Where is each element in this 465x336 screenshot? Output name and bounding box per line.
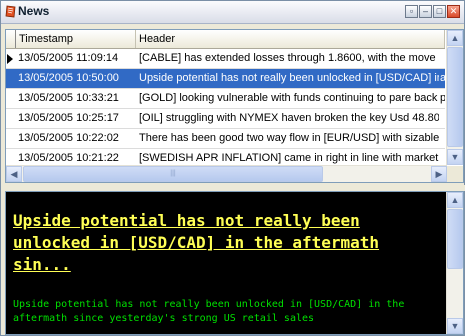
minimize-icon[interactable]: – — [419, 5, 432, 18]
grid-vertical-scrollbar[interactable]: ▲ ▼ — [446, 30, 463, 165]
news-app-icon — [5, 5, 16, 18]
grid-horizontal-scroll-thumb[interactable]: ||| — [23, 166, 323, 182]
scroll-up-icon[interactable]: ▲ — [447, 30, 463, 46]
cell-timestamp: 13/05/2005 11:09:14 — [18, 52, 119, 64]
scroll-grip-icon: ||| — [170, 170, 176, 177]
detail-body: Upside potential has not really been unl… — [13, 299, 405, 324]
news-detail-pane: Upside potential has not really been unl… — [5, 191, 464, 335]
detail-vertical-scroll-thumb[interactable] — [447, 209, 463, 269]
column-header-timestamp[interactable]: Timestamp — [15, 30, 136, 48]
cell-timestamp: 13/05/2005 10:25:17 — [18, 112, 119, 124]
title-bar[interactable]: News ▫ – □ ✕ — [1, 1, 464, 24]
cell-header: There has been good two way flow in [EUR… — [139, 132, 439, 144]
close-icon[interactable]: ✕ — [447, 5, 460, 18]
cell-header-overflow: pos — [440, 89, 445, 108]
news-window: News ▫ – □ ✕ Timestamp Header 13/05/2005… — [0, 0, 465, 336]
table-row[interactable]: 13/05/2005 10:33:21 [GOLD] looking vulner… — [6, 89, 445, 109]
current-row-indicator-icon — [7, 54, 13, 64]
table-row[interactable]: 13/05/2005 11:09:14 [CABLE] has extended … — [6, 49, 445, 69]
column-header-header[interactable]: Header — [136, 30, 445, 48]
grid-header: Timestamp Header — [6, 30, 445, 49]
detail-headline: Upside potential has not really been unl… — [13, 211, 380, 274]
detail-scroll-up-icon[interactable]: ▲ — [447, 192, 463, 208]
detail-vertical-scrollbar[interactable]: ▲ ▼ — [446, 192, 463, 334]
cell-header: Upside potential has not really been unl… — [139, 72, 439, 84]
scroll-right-icon[interactable]: ▶ — [431, 166, 447, 182]
cell-timestamp: 13/05/2005 10:33:21 — [18, 92, 119, 104]
grid-horizontal-scrollbar[interactable]: ◀ ||| ▶ — [6, 165, 447, 182]
maximize-icon[interactable]: □ — [433, 5, 446, 18]
scroll-down-icon[interactable]: ▼ — [447, 149, 463, 165]
table-row[interactable]: 13/05/2005 10:25:17 [OIL] struggling with… — [6, 109, 445, 129]
cell-header: [CABLE] has extended losses through 1.86… — [139, 52, 439, 64]
window-title: News — [18, 4, 50, 18]
cell-timestamp: 13/05/2005 10:22:02 — [18, 132, 119, 144]
cell-header-overflow: afte — [440, 69, 445, 88]
table-row[interactable]: 13/05/2005 10:50:00 Upside potential has … — [6, 69, 445, 89]
cell-header: [OIL] struggling with NYMEX haven broken… — [139, 112, 439, 124]
cell-header: [GOLD] looking vulnerable with funds con… — [139, 92, 439, 104]
scroll-left-icon[interactable]: ◀ — [6, 166, 22, 182]
cell-timestamp: 13/05/2005 10:50:00 — [18, 72, 119, 84]
detail-scroll-down-icon[interactable]: ▼ — [447, 318, 463, 334]
scrollbar-corner — [447, 166, 463, 182]
grid-rows: 13/05/2005 11:09:14 [CABLE] has extended … — [6, 49, 445, 169]
news-grid[interactable]: Timestamp Header 13/05/2005 11:09:14 [CAB… — [5, 29, 464, 183]
restore-icon[interactable]: ▫ — [405, 5, 418, 18]
table-row[interactable]: 13/05/2005 10:22:02 There has been good t… — [6, 129, 445, 149]
grid-vertical-scroll-thumb[interactable] — [447, 47, 463, 147]
